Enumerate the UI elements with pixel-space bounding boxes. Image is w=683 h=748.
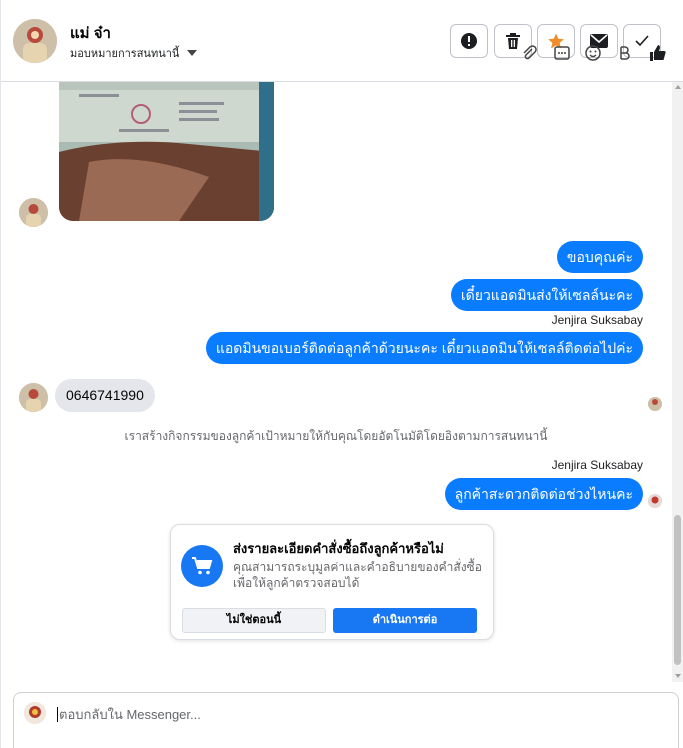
send-order-prompt-card: ส่งรายละเอียดคำสั่งซื้อถึงลูกค้าหรือไม่ … [170, 524, 494, 640]
trash-icon [506, 33, 520, 49]
incoming-message[interactable]: 0646741990 [55, 379, 155, 412]
page-avatar [24, 702, 46, 724]
system-notice: เราสร้างกิจกรรมของลูกค้าเป้าหมายให้กับคุ… [124, 429, 548, 443]
scroll-down-arrow-icon[interactable] [675, 674, 681, 678]
outgoing-message[interactable]: แอดมินขอเบอร์ติดต่อลูกค้าด้วยนะคะ เดี๋ยว… [205, 332, 643, 364]
contact-avatar-small[interactable] [19, 383, 48, 412]
contact-avatar[interactable] [13, 19, 57, 63]
assign-label: มอบหมายการสนทนานี้ [70, 48, 180, 60]
caret-down-icon [187, 50, 198, 56]
saved-reply-icon[interactable] [553, 44, 571, 62]
assign-conversation-dropdown[interactable]: มอบหมายการสนทนานี้ [70, 44, 198, 62]
received-photo[interactable] [59, 82, 274, 221]
seen-receipt-avatar [648, 494, 662, 508]
messenger-inbox-thread: แม่ จ๋า มอบหมายการสนทนานี้ ขอบคุณค่ะ เดี… [0, 0, 683, 748]
conversation-header: แม่ จ๋า มอบหมายการสนทนานี้ [1, 0, 683, 82]
payment-icon[interactable] [615, 44, 633, 62]
paperclip-icon[interactable] [520, 44, 538, 62]
outgoing-message[interactable]: ลูกค้าสะดวกติดต่อช่วงไหนคะ [444, 478, 643, 510]
thumbs-up-icon[interactable] [648, 44, 666, 62]
scrollbar-thumb[interactable] [674, 515, 681, 665]
text-cursor [57, 707, 58, 722]
card-description: คุณสามารถระบุมูลค่าและคำอธิบายของคำสั่งซ… [233, 560, 482, 590]
card-title: ส่งรายละเอียดคำสั่งซื้อถึงลูกค้าหรือไม่ [233, 541, 444, 556]
contact-avatar-small[interactable] [19, 198, 48, 227]
not-now-button[interactable]: ไม่ใช่ตอนนี้ [182, 608, 326, 633]
emoji-icon[interactable] [584, 44, 602, 62]
outgoing-message[interactable]: เดี๋ยวแอดมินส่งให้เซลล์นะคะ [450, 279, 643, 311]
seen-receipt-avatar [648, 397, 662, 411]
scroll-up-arrow-icon[interactable] [675, 85, 681, 89]
report-button[interactable] [450, 24, 488, 58]
continue-button[interactable]: ดำเนินการต่อ [333, 608, 477, 633]
outgoing-message[interactable]: ขอบคุณค่ะ [556, 241, 643, 273]
reply-input[interactable] [59, 707, 559, 722]
contact-name[interactable]: แม่ จ๋า [70, 21, 111, 45]
reply-composer [13, 692, 679, 748]
alert-icon [461, 33, 477, 49]
shopping-cart-icon [181, 545, 223, 587]
message-sender-name: Jenjira Suksabay [551, 313, 643, 327]
message-sender-name: Jenjira Suksabay [551, 458, 643, 472]
